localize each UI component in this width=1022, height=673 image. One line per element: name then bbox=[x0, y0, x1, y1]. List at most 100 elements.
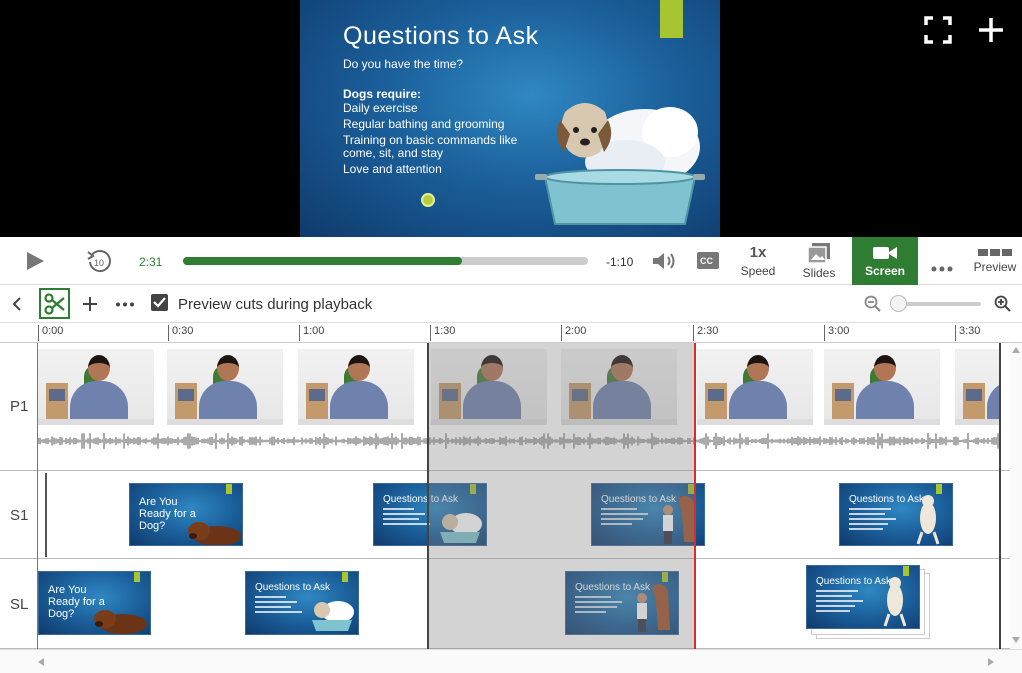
slide-clip[interactable]: Are You Ready for a Dog? bbox=[38, 571, 151, 635]
slide-bullet: Training on basic commands like come, si… bbox=[343, 133, 518, 160]
editor-app: Questions to Ask Do you have the time? D… bbox=[0, 0, 1022, 673]
slide-accent-bar bbox=[660, 0, 683, 38]
ruler-tick: 3:00 bbox=[824, 325, 849, 341]
speed-label: Speed bbox=[740, 264, 776, 278]
track-label-sl: SL bbox=[10, 596, 29, 613]
ruler-tick: 1:00 bbox=[299, 325, 324, 341]
current-time: 2:31 bbox=[139, 255, 163, 269]
scroll-left-icon bbox=[38, 658, 44, 666]
rewind-10-button[interactable]: 10 bbox=[86, 248, 112, 279]
screen-clip[interactable]: Questions to Ask bbox=[839, 483, 953, 546]
scroll-down-icon bbox=[1012, 637, 1020, 643]
more-options-button[interactable] bbox=[931, 259, 953, 277]
svg-text:CC: CC bbox=[700, 256, 713, 266]
slide-clip[interactable]: Questions to Ask bbox=[245, 571, 359, 635]
slides-icon bbox=[808, 242, 830, 263]
svg-text:10: 10 bbox=[94, 258, 104, 268]
screen-track-start-marker bbox=[45, 473, 47, 557]
chevron-left-icon bbox=[12, 297, 21, 311]
ruler-tick: 2:00 bbox=[561, 325, 586, 341]
slide-bullets: Daily exercise Regular bathing and groom… bbox=[343, 102, 533, 179]
screen-button[interactable]: Screen bbox=[852, 237, 918, 285]
slide-accent-bar bbox=[134, 572, 140, 582]
track-label-p1: P1 bbox=[10, 398, 29, 415]
presenter-frame bbox=[167, 349, 283, 425]
ruler-tick: 0:30 bbox=[168, 325, 193, 341]
cut-tool-button[interactable] bbox=[39, 288, 70, 319]
collapse-button[interactable] bbox=[8, 294, 26, 314]
timeline-end-line bbox=[999, 343, 1001, 649]
closed-captions-icon: CC bbox=[697, 252, 719, 269]
fullscreen-button[interactable] bbox=[920, 12, 956, 48]
slide-bullet: Love and attention bbox=[343, 162, 442, 176]
progress-bar[interactable] bbox=[183, 257, 588, 265]
edit-more-button[interactable] bbox=[114, 299, 136, 309]
current-slide: Questions to Ask Do you have the time? D… bbox=[300, 0, 720, 237]
playhead[interactable] bbox=[694, 343, 696, 649]
presenter-frame bbox=[697, 349, 813, 425]
slides-button[interactable]: Slides bbox=[796, 237, 842, 285]
clip-text-lines bbox=[255, 596, 307, 616]
add-clip-button[interactable] bbox=[80, 294, 100, 314]
zoom-in-button[interactable] bbox=[993, 294, 1013, 314]
speed-button[interactable]: 1x Speed bbox=[735, 237, 781, 285]
slides-label: Slides bbox=[802, 265, 836, 280]
presenter-frame bbox=[298, 349, 414, 425]
timeline-ruler[interactable]: 0:00 0:30 1:00 1:30 2:00 2:30 3:00 3:30 bbox=[0, 323, 1022, 343]
ruler-tick: 3:30 bbox=[955, 325, 980, 341]
cut-selection-region[interactable] bbox=[427, 343, 696, 649]
ruler-tick: 1:30 bbox=[430, 325, 455, 341]
clip-title: Questions to Ask bbox=[255, 582, 331, 593]
brown-dog-image bbox=[94, 610, 147, 634]
preview-label: Preview bbox=[973, 259, 1017, 274]
more-dots-icon bbox=[116, 302, 134, 306]
fullscreen-icon bbox=[924, 16, 952, 44]
zoom-out-button[interactable] bbox=[863, 294, 883, 314]
ruler-tick: 0:00 bbox=[38, 325, 63, 341]
screen-label: Screen bbox=[864, 263, 906, 278]
scroll-right-icon bbox=[988, 658, 994, 666]
timeline-tracks[interactable]: P1 S1 Are You Ready for a Dog? Questions… bbox=[0, 343, 1022, 649]
slide-clip[interactable]: Questions to Ask bbox=[806, 565, 920, 629]
vertical-scrollbar[interactable] bbox=[1010, 343, 1022, 649]
preview-cuts-checkbox[interactable] bbox=[151, 294, 168, 311]
edit-toolbar: Preview cuts during playback bbox=[0, 285, 1022, 323]
play-button[interactable] bbox=[24, 250, 46, 277]
jumping-dog-image bbox=[883, 577, 907, 627]
checkmark-icon bbox=[153, 297, 166, 308]
plus-icon bbox=[979, 18, 1003, 42]
slide-subtitle: Do you have the time? bbox=[343, 57, 464, 71]
preview-layout-icon bbox=[978, 248, 1012, 256]
progress-fill bbox=[183, 257, 462, 265]
preview-cuts-label: Preview cuts during playback bbox=[178, 296, 373, 313]
slide-title: Questions to Ask bbox=[343, 22, 539, 50]
zoom-slider-thumb[interactable] bbox=[890, 295, 907, 312]
slide-accent-bar bbox=[342, 572, 348, 582]
remaining-time: -1:10 bbox=[606, 255, 634, 269]
captions-button[interactable]: CC bbox=[697, 252, 719, 274]
preview-button[interactable]: Preview bbox=[970, 237, 1020, 285]
presenter-frame bbox=[824, 349, 940, 425]
brown-dog-image bbox=[188, 522, 241, 545]
scissors-icon bbox=[43, 292, 65, 315]
screen-clip[interactable]: Are You Ready for a Dog? bbox=[129, 483, 243, 546]
pointer-dot bbox=[421, 193, 435, 207]
slide-bullet: Regular bathing and grooming bbox=[343, 117, 505, 131]
slide-bullet: Daily exercise bbox=[343, 101, 418, 115]
volume-button[interactable] bbox=[651, 251, 679, 276]
presenter-frame bbox=[38, 349, 154, 425]
add-button[interactable] bbox=[973, 12, 1009, 48]
video-preview[interactable]: Questions to Ask Do you have the time? D… bbox=[0, 0, 1022, 237]
horizontal-scrollbar[interactable] bbox=[0, 649, 1022, 673]
clip-text-lines bbox=[816, 590, 868, 615]
playback-bar: 10 2:31 -1:10 CC 1x Speed Slides Screen … bbox=[0, 237, 1022, 285]
scroll-up-icon bbox=[1012, 347, 1020, 353]
dog-in-tub-image bbox=[312, 601, 354, 631]
clip-text-lines bbox=[849, 508, 901, 533]
video-camera-icon bbox=[873, 246, 897, 259]
track-label-s1: S1 bbox=[10, 507, 29, 524]
presenter-frame bbox=[955, 349, 999, 425]
timeline-start-line bbox=[37, 343, 38, 649]
zoom-in-icon bbox=[994, 295, 1011, 312]
play-icon bbox=[27, 252, 44, 270]
